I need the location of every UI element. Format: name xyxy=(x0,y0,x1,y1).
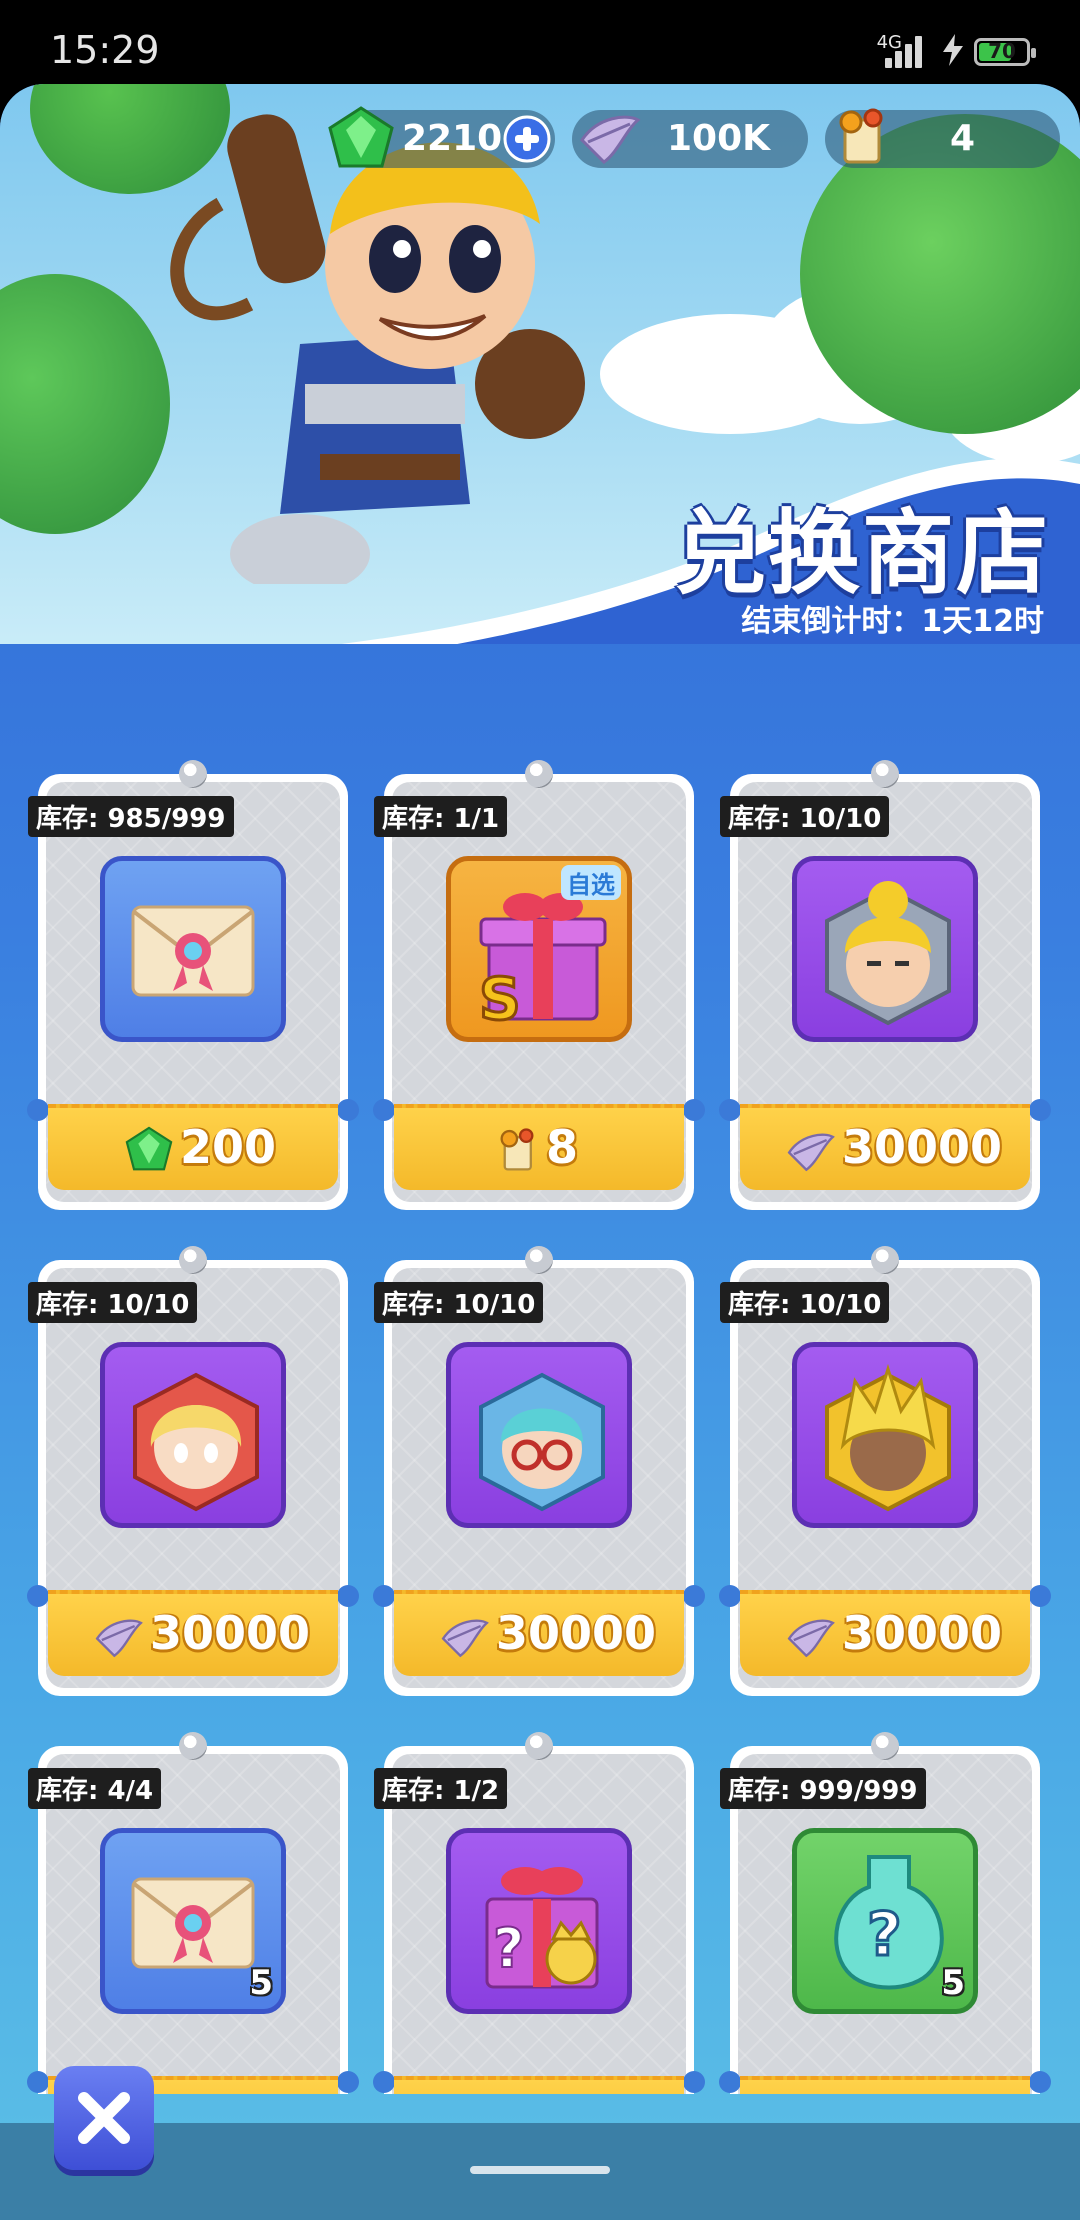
hero-avatar-item[interactable] xyxy=(792,856,978,1042)
close-button[interactable] xyxy=(54,2066,154,2170)
hero-avatar-icon xyxy=(479,1372,605,1512)
pin-icon xyxy=(871,1246,899,1274)
envelope-item[interactable] xyxy=(100,856,286,1042)
stock-label: 库存: 10/10 xyxy=(374,1282,544,1323)
pin-icon xyxy=(179,1246,207,1274)
hero-avatar-item[interactable] xyxy=(792,1342,978,1528)
shop-item-card[interactable]: 库存: 10/10 30000 xyxy=(27,1246,359,1696)
battery-level: 70 xyxy=(988,39,1016,63)
shop-item-card[interactable]: 库存: 10/10 30000 xyxy=(373,1246,705,1696)
gem-icon xyxy=(125,1126,173,1171)
close-icon xyxy=(78,2092,130,2144)
gem-balance[interactable]: 2210 xyxy=(328,106,555,168)
price-button[interactable] xyxy=(394,2076,684,2094)
pin-icon xyxy=(525,760,553,788)
pin-icon xyxy=(179,1732,207,1760)
shop-item-card[interactable]: 库存: 4/4 5 xyxy=(27,1732,359,2094)
feather-icon xyxy=(580,115,641,164)
mystery-potion-icon: ? xyxy=(834,1855,944,1990)
feather-icon xyxy=(95,1619,143,1658)
feather-icon xyxy=(441,1619,489,1658)
shop-item-grid: 库存: 985/999 200 库存: 1/1 S 自选 8 库存: 10/10… xyxy=(0,684,1080,2094)
shop-item-card[interactable]: 库存: 1/2 ? xyxy=(373,1732,705,2094)
price-button[interactable]: 30000 xyxy=(740,1590,1030,1676)
item-quantity: 5 xyxy=(249,1963,273,2003)
gem-count: 2210 xyxy=(402,118,503,159)
price-button[interactable] xyxy=(740,2076,1030,2094)
stock-label: 库存: 985/999 xyxy=(28,796,234,837)
shop-item-card[interactable]: 库存: 10/10 30000 xyxy=(719,1246,1051,1696)
price-value: 30000 xyxy=(150,1606,311,1660)
ticket-balance[interactable]: 4 xyxy=(825,108,1060,168)
ticket-icon xyxy=(500,1128,534,1171)
hero-avatar-icon xyxy=(133,1372,259,1512)
shop-title: 兑换商店 xyxy=(673,500,1050,607)
feather-icon xyxy=(787,1619,835,1658)
svg-text:?: ? xyxy=(493,1917,524,1980)
feather-count: 100K xyxy=(667,118,771,159)
pin-icon xyxy=(525,1246,553,1274)
battery-icon: 70 xyxy=(974,38,1036,66)
envelope-item[interactable]: 5 xyxy=(100,1828,286,2014)
hero-avatar-item[interactable] xyxy=(100,1342,286,1528)
price-button[interactable]: 30000 xyxy=(394,1590,684,1676)
gift-box-item[interactable]: S 自选 xyxy=(446,856,632,1042)
price-value: 30000 xyxy=(842,1606,1003,1660)
stock-label: 库存: 10/10 xyxy=(720,796,890,837)
shop-item-card[interactable]: 库存: 10/10 30000 xyxy=(719,760,1051,1210)
pin-icon xyxy=(871,1732,899,1760)
charging-icon xyxy=(943,34,963,66)
add-gems-icon[interactable] xyxy=(503,115,551,163)
status-time: 15:29 xyxy=(50,28,160,72)
stock-label: 库存: 10/10 xyxy=(720,1282,890,1323)
svg-text:S: S xyxy=(479,965,521,1025)
shop-item-card[interactable]: 库存: 999/999 ? 5 xyxy=(719,1732,1051,2094)
mystery-gift-icon: ? xyxy=(485,1867,599,1989)
envelope-icon xyxy=(131,905,255,997)
optional-tag: 自选 xyxy=(561,865,621,900)
price-value: 30000 xyxy=(842,1120,1003,1174)
shop-item-card[interactable]: 库存: 985/999 200 xyxy=(27,760,359,1210)
exchange-shop-screen: 2210 100K 4 兑换商店 结束倒计时：1天12时 库存: 985/999… xyxy=(0,84,1080,2220)
countdown-text: 结束倒计时：1天12时 xyxy=(741,604,1044,639)
status-bar: 15:29 4G 70 xyxy=(0,0,1080,92)
price-button[interactable]: 8 xyxy=(394,1104,684,1190)
mystery-potion-item[interactable]: ? 5 xyxy=(792,1828,978,2014)
shop-item-card[interactable]: 库存: 1/1 S 自选 8 xyxy=(373,760,705,1210)
home-indicator[interactable] xyxy=(470,2166,610,2174)
mystery-gift-item[interactable]: ? xyxy=(446,1828,632,2014)
feather-icon xyxy=(787,1133,835,1172)
item-quantity: 5 xyxy=(941,1963,965,2003)
price-value: 200 xyxy=(180,1120,277,1174)
stock-label: 库存: 4/4 xyxy=(28,1768,162,1809)
feather-balance[interactable]: 100K xyxy=(572,110,808,168)
envelope-icon xyxy=(131,1877,255,1969)
hero-avatar-item[interactable] xyxy=(446,1342,632,1528)
gift-box-icon: S xyxy=(478,893,607,1025)
price-button[interactable]: 200 xyxy=(48,1104,338,1190)
svg-text:?: ? xyxy=(867,1900,902,1970)
signal-icon xyxy=(885,34,925,68)
pin-icon xyxy=(179,760,207,788)
stock-label: 库存: 1/2 xyxy=(374,1768,508,1809)
stock-label: 库存: 1/1 xyxy=(374,796,508,837)
stock-label: 库存: 10/10 xyxy=(28,1282,198,1323)
hero-avatar-icon xyxy=(825,1363,951,1512)
ticket-icon xyxy=(839,108,883,164)
price-button[interactable]: 30000 xyxy=(740,1104,1030,1190)
hero-avatar-icon xyxy=(825,881,951,1026)
pin-icon xyxy=(525,1732,553,1760)
price-button[interactable]: 30000 xyxy=(48,1590,338,1676)
gem-icon xyxy=(328,106,394,168)
stock-label: 库存: 999/999 xyxy=(720,1768,926,1809)
pin-icon xyxy=(871,760,899,788)
price-value: 8 xyxy=(546,1120,579,1174)
ticket-count: 4 xyxy=(950,118,976,159)
price-value: 30000 xyxy=(496,1606,657,1660)
shop-banner: 2210 100K 4 兑换商店 结束倒计时：1天12时 xyxy=(0,84,1080,644)
